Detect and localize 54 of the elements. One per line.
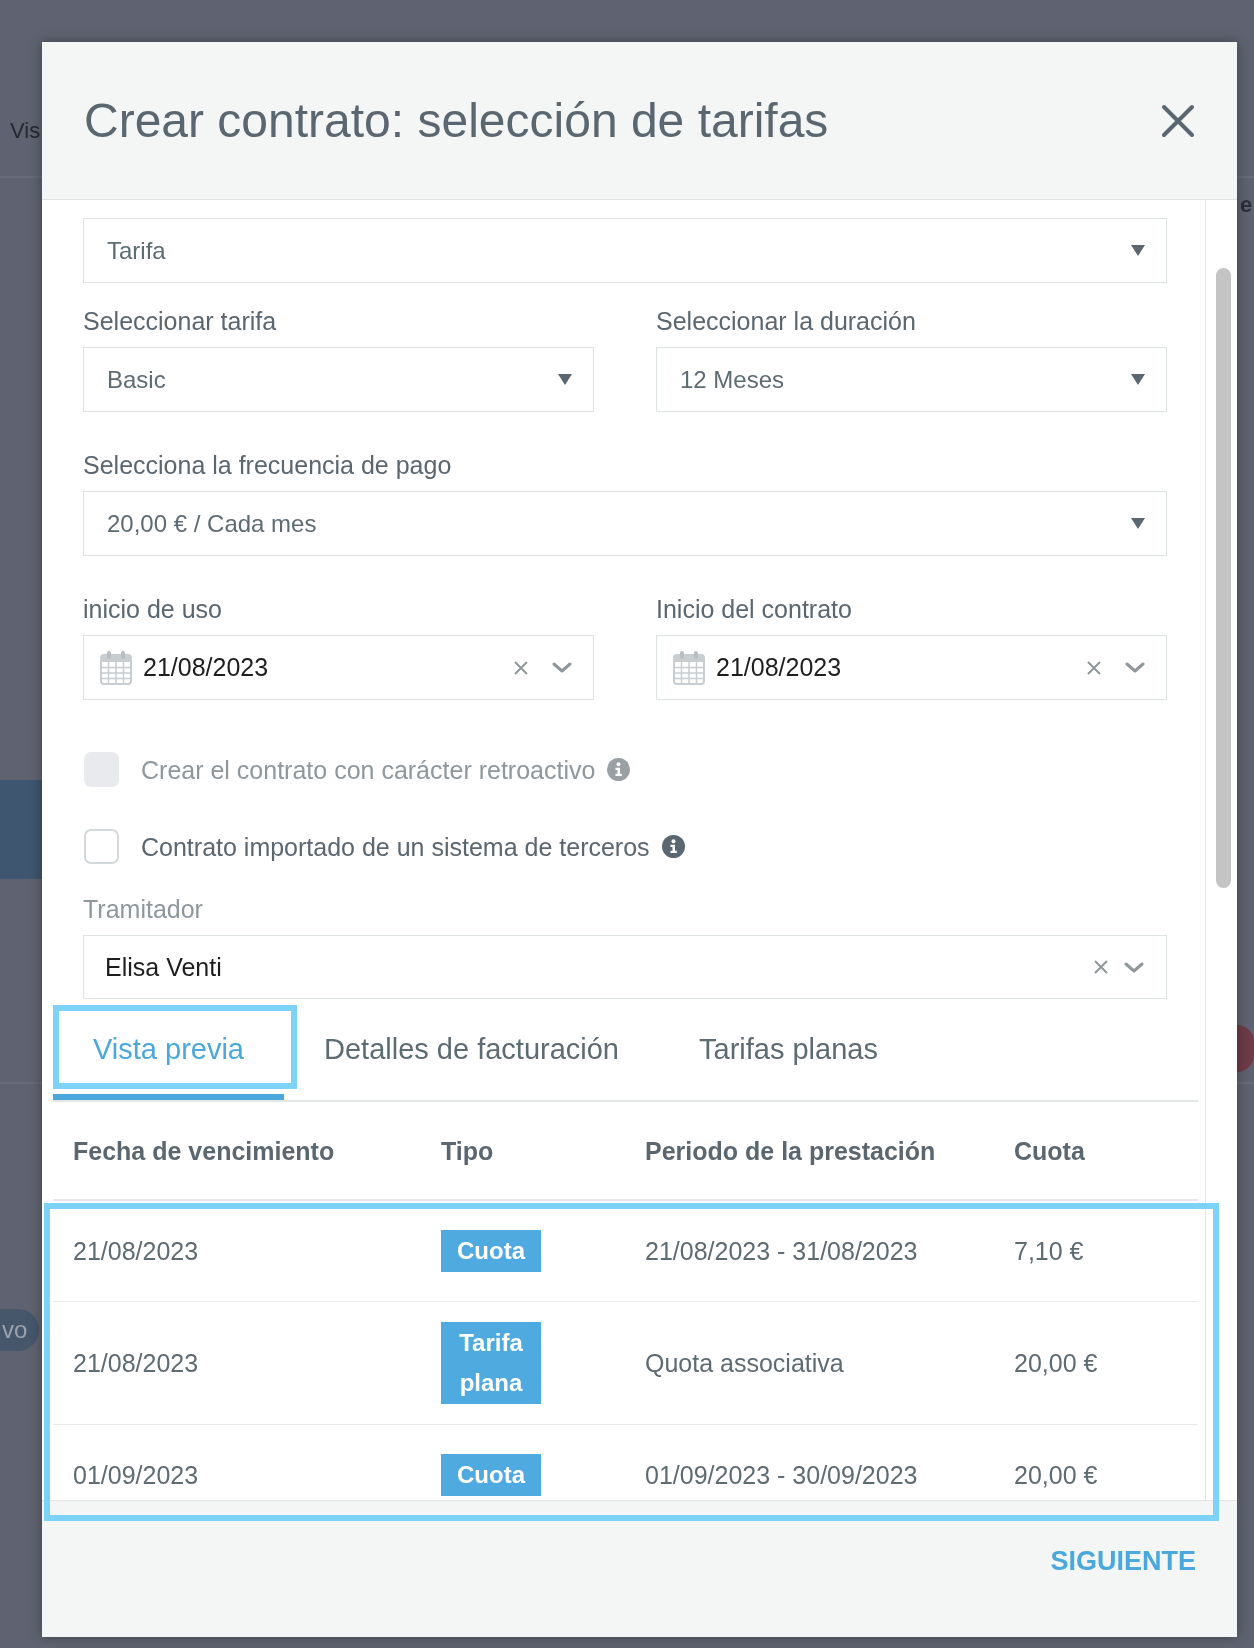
date-field[interactable]: 21/08/2023: [83, 635, 594, 700]
column-header: Periodo de la prestación: [644, 1135, 937, 1166]
dialog-title: Crear contrato: selección de tarifas: [84, 92, 829, 149]
calendar-icon: [673, 650, 705, 685]
table-cell: 21/08/2023 - 31/08/2023: [645, 1237, 918, 1265]
field-label: inicio de uso: [83, 594, 222, 624]
clear-icon[interactable]: [514, 660, 528, 675]
chevron-down-icon[interactable]: [1125, 662, 1145, 673]
caret-down-icon: [1131, 374, 1145, 385]
info-icon: [607, 758, 631, 781]
caret-down-icon: [1131, 518, 1145, 529]
column-header: Tipo: [440, 1135, 495, 1166]
caret-down-icon: [558, 374, 572, 385]
heading-text: e: [1240, 192, 1253, 218]
chevron-down-icon[interactable]: [552, 662, 572, 673]
table-cell: 7,10 €: [1014, 1237, 1084, 1265]
caret-down-icon: [1131, 245, 1145, 256]
table-cell: 01/09/2023 - 30/09/2023: [645, 1461, 918, 1489]
date-field[interactable]: 21/08/2023: [656, 635, 1167, 700]
column-header: Fecha de vencimiento: [72, 1135, 336, 1166]
table-cell: 21/08/2023: [73, 1349, 199, 1377]
checkbox-label: Contrato importado de un sistema de terceros: [141, 831, 650, 862]
nav-text: Vis: [10, 117, 41, 145]
type-tag: Cuota: [441, 1230, 541, 1272]
field-label: Seleccionar tarifa: [83, 306, 277, 336]
status-pill: vo: [0, 1309, 40, 1351]
close-icon[interactable]: [1161, 103, 1195, 138]
table-cell: 21/08/2023: [73, 1237, 199, 1265]
info-icon: [661, 835, 685, 858]
dropdown[interactable]: 12 Meses: [656, 347, 1167, 412]
clear-icon[interactable]: [1094, 960, 1108, 974]
field-label: Seleccionar la duración: [656, 306, 916, 336]
field-label: Tramitador: [83, 894, 203, 924]
type-tag: Cuota: [441, 1454, 541, 1496]
dropdown[interactable]: Tarifa: [83, 218, 1167, 283]
checkbox-label: Crear el contrato con carácter retroactivo: [141, 754, 596, 785]
tab[interactable]: Tarifas planas: [659, 1005, 918, 1100]
dropdown[interactable]: 20,00 € / Cada mes: [83, 491, 1167, 556]
dropdown[interactable]: Basic: [83, 347, 594, 412]
combo-field[interactable]: Elisa Venti: [83, 935, 1167, 999]
tab[interactable]: Detalles de facturación: [284, 1005, 659, 1100]
field-label: Inicio del contrato: [656, 594, 852, 624]
column-header: Cuota: [1013, 1135, 1086, 1166]
scrollbar-thumb[interactable]: [1216, 268, 1231, 888]
table-cell: Quota associativa: [645, 1349, 844, 1377]
calendar-icon: [100, 650, 132, 685]
checkbox[interactable]: [84, 829, 119, 864]
clear-icon[interactable]: [1087, 660, 1101, 675]
table-cell: 20,00 €: [1014, 1461, 1098, 1489]
chevron-down-icon[interactable]: [1124, 961, 1144, 973]
table-cell: 20,00 €: [1014, 1349, 1098, 1377]
type-tag: Tarifa plana: [441, 1322, 541, 1404]
table-cell: 01/09/2023: [73, 1461, 199, 1489]
field-label: Selecciona la frecuencia de pago: [83, 450, 452, 480]
